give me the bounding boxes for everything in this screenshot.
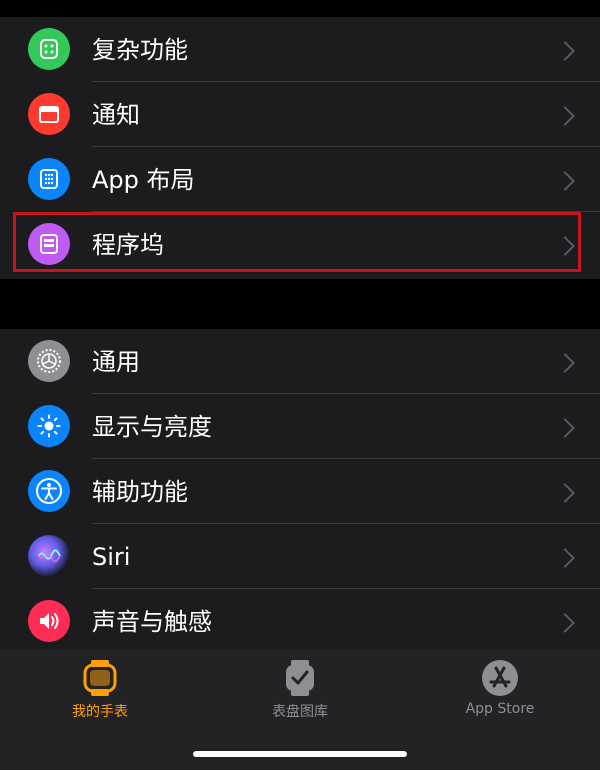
row-display-brightness[interactable]: 显示与亮度 xyxy=(0,394,600,459)
highlight-box xyxy=(13,212,581,272)
chevron-right-icon xyxy=(555,41,575,61)
app-layout-icon xyxy=(28,158,70,200)
brightness-icon xyxy=(28,405,70,447)
row-label: App 布局 xyxy=(92,166,195,194)
row-label: 通用 xyxy=(92,348,140,376)
notifications-icon xyxy=(28,93,70,135)
gear-icon xyxy=(28,340,70,382)
tab-label: App Store xyxy=(465,701,535,717)
row-label: 声音与触感 xyxy=(92,608,212,636)
row-app-layout[interactable]: App 布局 xyxy=(0,147,600,212)
siri-icon xyxy=(28,535,70,577)
face-gallery-icon xyxy=(282,659,318,701)
row-label: 通知 xyxy=(92,101,140,129)
chevron-right-icon xyxy=(555,548,575,568)
row-general[interactable]: 通用 xyxy=(0,329,600,394)
tab-face-gallery[interactable]: 表盘图库 xyxy=(200,649,400,739)
complications-icon xyxy=(28,28,70,70)
chevron-right-icon xyxy=(555,483,575,503)
tab-label: 我的手表 xyxy=(72,704,128,720)
chevron-right-icon xyxy=(555,171,575,191)
row-label: Siri xyxy=(92,543,131,571)
row-notifications[interactable]: 通知 xyxy=(0,82,600,147)
my-watch-icon xyxy=(82,659,118,701)
app-store-icon xyxy=(481,659,519,701)
row-label: 复杂功能 xyxy=(92,36,188,64)
row-sounds-haptics[interactable]: 声音与触感 xyxy=(0,589,600,654)
row-label: 辅助功能 xyxy=(92,478,188,506)
chevron-right-icon xyxy=(555,106,575,126)
chevron-right-icon xyxy=(555,353,575,373)
home-indicator[interactable] xyxy=(193,751,407,757)
row-siri[interactable]: Siri xyxy=(0,524,600,589)
accessibility-icon xyxy=(28,470,70,512)
tab-app-store[interactable]: App Store xyxy=(400,649,600,739)
chevron-right-icon xyxy=(555,418,575,438)
tab-label: 表盘图库 xyxy=(272,704,328,720)
sounds-icon xyxy=(28,600,70,642)
row-label: 显示与亮度 xyxy=(92,413,212,441)
row-complications[interactable]: 复杂功能 xyxy=(0,17,600,82)
tab-my-watch[interactable]: 我的手表 xyxy=(0,649,200,739)
chevron-right-icon xyxy=(555,613,575,633)
settings-group-2: 通用 显示与亮度 辅助功能 Siri 声音与触感 xyxy=(0,329,600,649)
row-accessibility[interactable]: 辅助功能 xyxy=(0,459,600,524)
